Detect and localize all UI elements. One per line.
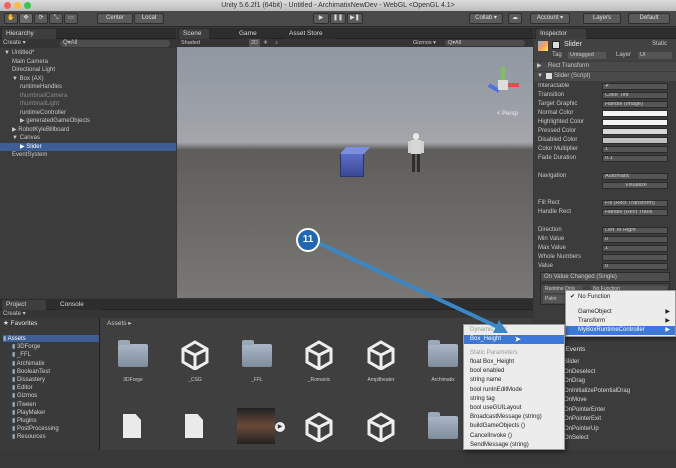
tutorial-arrow (311, 238, 508, 333)
step-badge: 11 (296, 228, 320, 252)
arrow-shaft (311, 238, 501, 330)
